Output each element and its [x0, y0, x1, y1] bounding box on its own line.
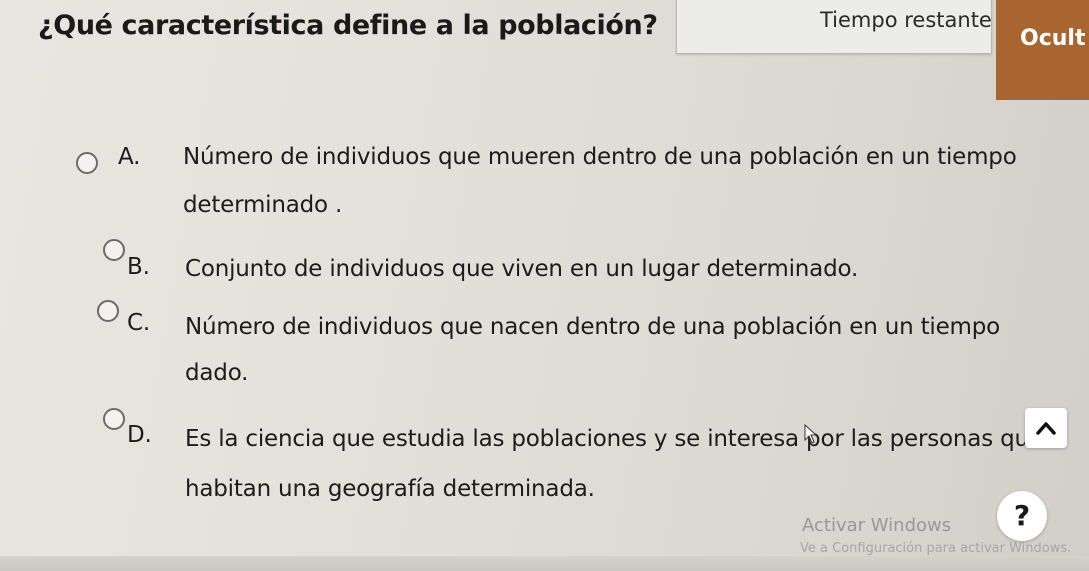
option-c-line-1: Número de individuos que nacen dentro de…	[185, 314, 1001, 340]
option-b-line-1: Conjunto de individuos que viven en un l…	[185, 256, 859, 282]
option-d-line-1: Es la ciencia que estudia las poblacione…	[185, 426, 1043, 452]
activate-windows-title: Activar Windows	[802, 515, 952, 536]
option-c-letter: C.	[127, 310, 150, 336]
option-a-letter: A.	[118, 144, 141, 170]
option-a-line-1: Número de individuos que mueren dentro d…	[183, 144, 1017, 170]
option-c-line-2: dado.	[185, 360, 249, 386]
option-c-radio[interactable]	[97, 300, 119, 322]
option-b-letter: B.	[127, 254, 150, 280]
question-text: ¿Qué característica define a la població…	[38, 10, 658, 41]
hide-timer-button[interactable]: Ocult	[996, 0, 1089, 100]
option-d-radio[interactable]	[103, 408, 125, 430]
option-d-letter: D.	[127, 422, 152, 448]
mouse-pointer-icon	[804, 423, 818, 448]
option-b-radio[interactable]	[103, 239, 125, 261]
option-a-line-2: determinado .	[183, 192, 343, 218]
activate-windows-subtitle: Ve a Configuración para activar Windows.	[800, 541, 1072, 556]
help-button[interactable]: ?	[997, 491, 1047, 541]
chevron-up-icon	[1036, 422, 1056, 435]
option-a-radio[interactable]	[76, 152, 98, 174]
scroll-up-button[interactable]	[1025, 408, 1067, 448]
bottom-edge	[0, 556, 1089, 571]
option-d-line-2: habitan una geografía determinada.	[185, 476, 595, 502]
